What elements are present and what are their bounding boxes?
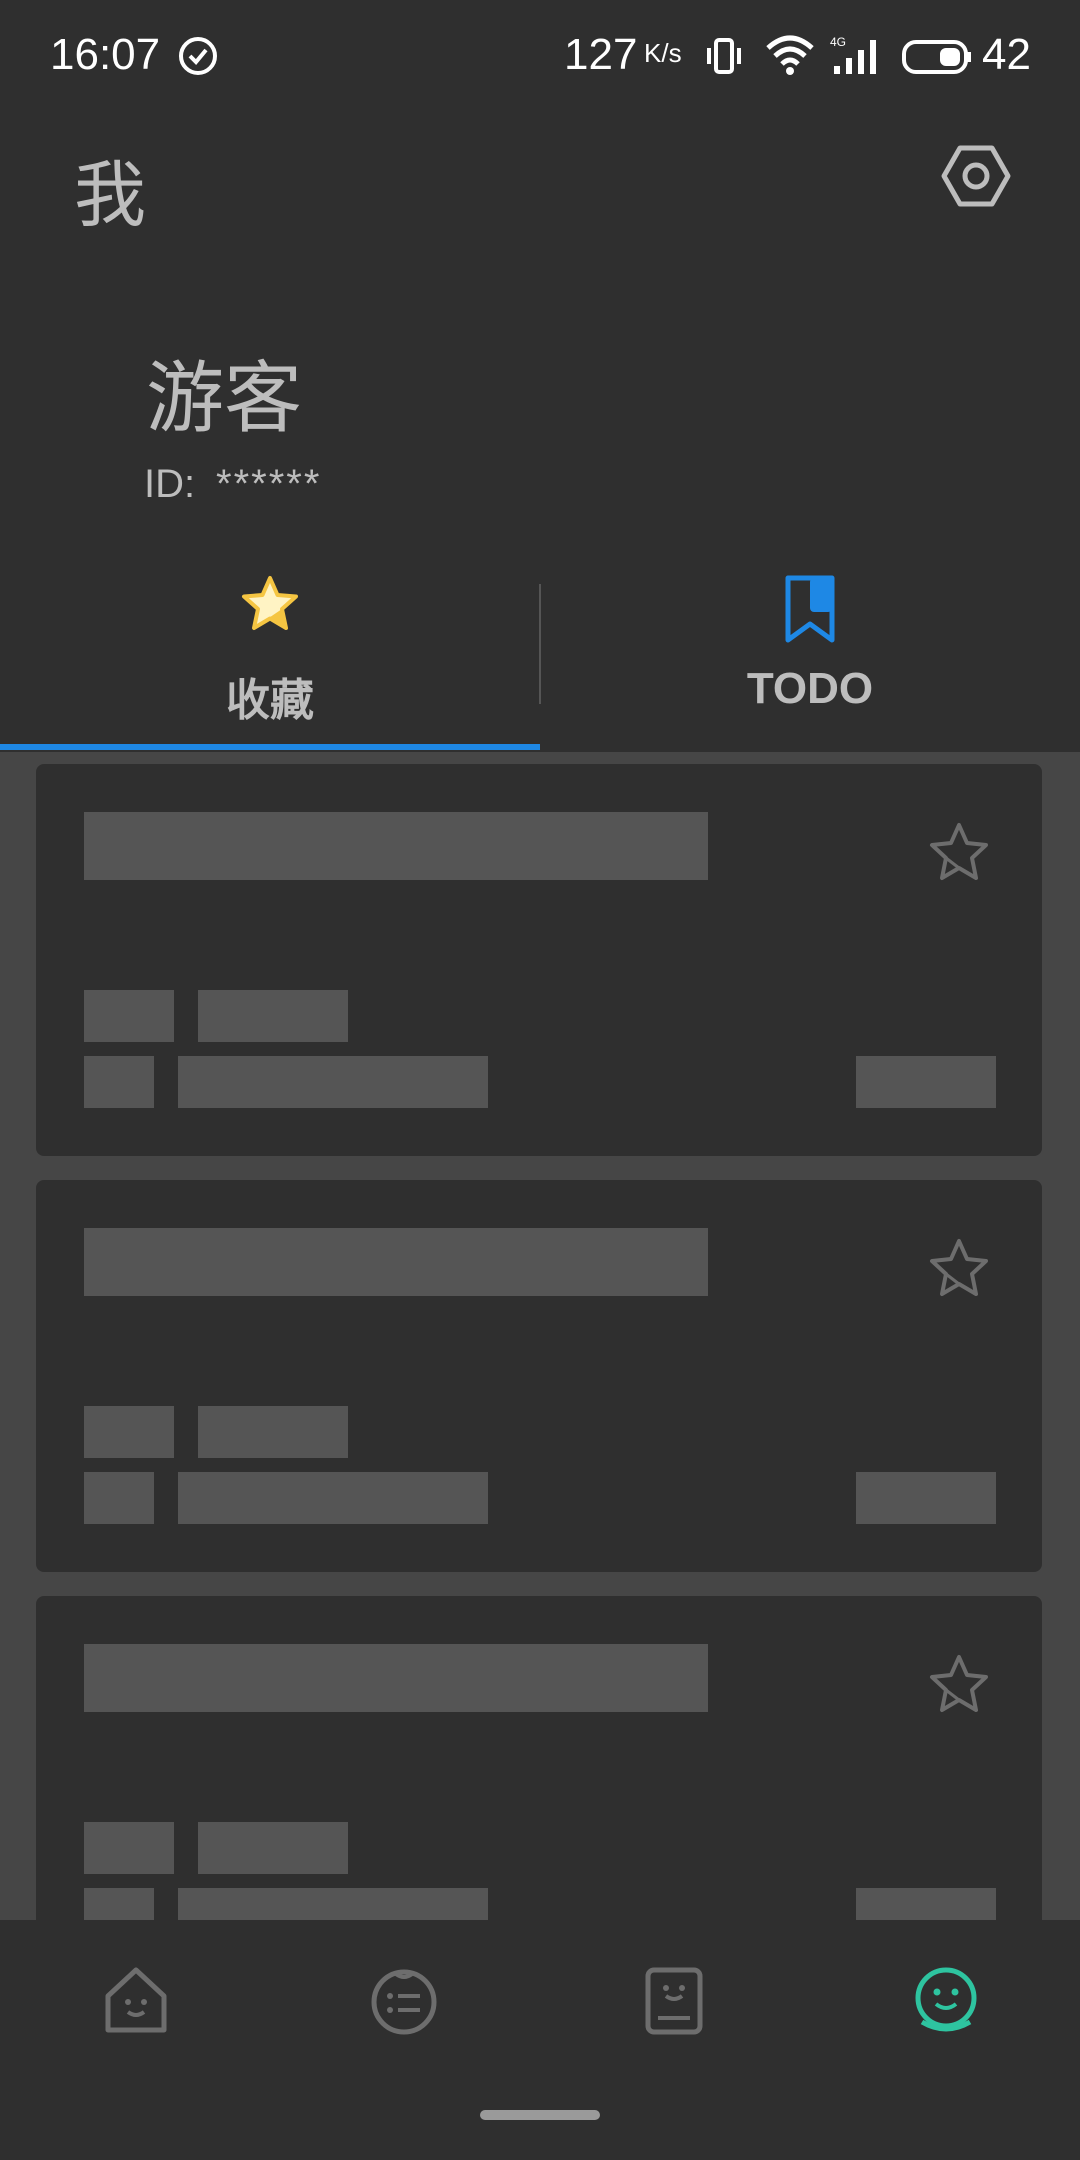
status-time: 16:07: [50, 30, 161, 79]
meta-placeholder: [178, 1888, 488, 1920]
nav-me[interactable]: [906, 1960, 986, 2040]
battery-icon: [902, 40, 972, 79]
tag-placeholder: [84, 1822, 174, 1874]
settings-button[interactable]: [940, 140, 1012, 212]
smile-user-icon: [915, 1967, 977, 2032]
tag-placeholder: [84, 990, 174, 1042]
favorite-star-icon[interactable]: [926, 820, 992, 889]
title-placeholder: [84, 1644, 708, 1712]
favorites-list[interactable]: [0, 752, 1080, 1920]
title-placeholder: [84, 812, 708, 880]
settings-hexagon-icon: [941, 145, 1011, 207]
favorite-star-icon[interactable]: [926, 1652, 992, 1721]
svg-text:4G: 4G: [830, 36, 846, 49]
list-item[interactable]: [36, 764, 1042, 1156]
vibrate-icon: [704, 36, 744, 81]
tag-placeholder: [84, 1406, 174, 1458]
date-placeholder: [856, 1888, 996, 1920]
meta-placeholder: [84, 1472, 154, 1524]
tab-favorites-label: 收藏: [226, 676, 314, 725]
clipboard-icon: [645, 1967, 703, 2035]
meta-placeholder: [178, 1056, 488, 1108]
tab-favorites[interactable]: 收藏: [0, 560, 540, 752]
meta-placeholder: [84, 1888, 154, 1920]
page-title: 我: [74, 156, 147, 236]
meta-placeholder: [84, 1056, 154, 1108]
profile-name: 游客: [146, 354, 303, 442]
title-placeholder: [84, 1228, 708, 1296]
net-speed-unit: K/s: [644, 38, 682, 68]
home-icon: [105, 1967, 167, 2033]
date-placeholder: [856, 1472, 996, 1524]
profile-id-label: ID:: [144, 462, 196, 506]
tag-placeholder: [198, 1406, 348, 1458]
nav-home[interactable]: [96, 1960, 176, 2040]
favorite-star-icon[interactable]: [926, 1236, 992, 1305]
tag-placeholder: [198, 1822, 348, 1874]
battery-level: 42: [982, 30, 1031, 79]
list-item[interactable]: [36, 1180, 1042, 1572]
tab-active-indicator: [0, 744, 540, 750]
net-speed: 127: [564, 30, 638, 79]
tab-todo[interactable]: TODO: [540, 560, 1080, 752]
list-item[interactable]: [36, 1596, 1042, 1920]
tab-todo-label: TODO: [746, 664, 874, 713]
signal-4g-icon: 4G: [830, 35, 886, 81]
date-placeholder: [856, 1056, 996, 1108]
nav-todo[interactable]: [634, 1960, 714, 2040]
bottom-navigation: [0, 1920, 1080, 2160]
tab-bar: 收藏 TODO: [0, 560, 1080, 752]
profile-id-value: ******: [216, 462, 322, 506]
home-indicator[interactable]: [480, 2110, 600, 2120]
tag-placeholder: [198, 990, 348, 1042]
meta-placeholder: [178, 1472, 488, 1524]
list-icon: [371, 1969, 437, 2035]
status-bar: 16:07 127 K/s 4G 42: [0, 0, 1080, 112]
bookmark-icon: [784, 574, 836, 649]
check-circle-icon: [178, 36, 218, 81]
star-icon: [240, 574, 300, 639]
nav-list[interactable]: [364, 1960, 444, 2040]
wifi-icon: [764, 34, 816, 83]
